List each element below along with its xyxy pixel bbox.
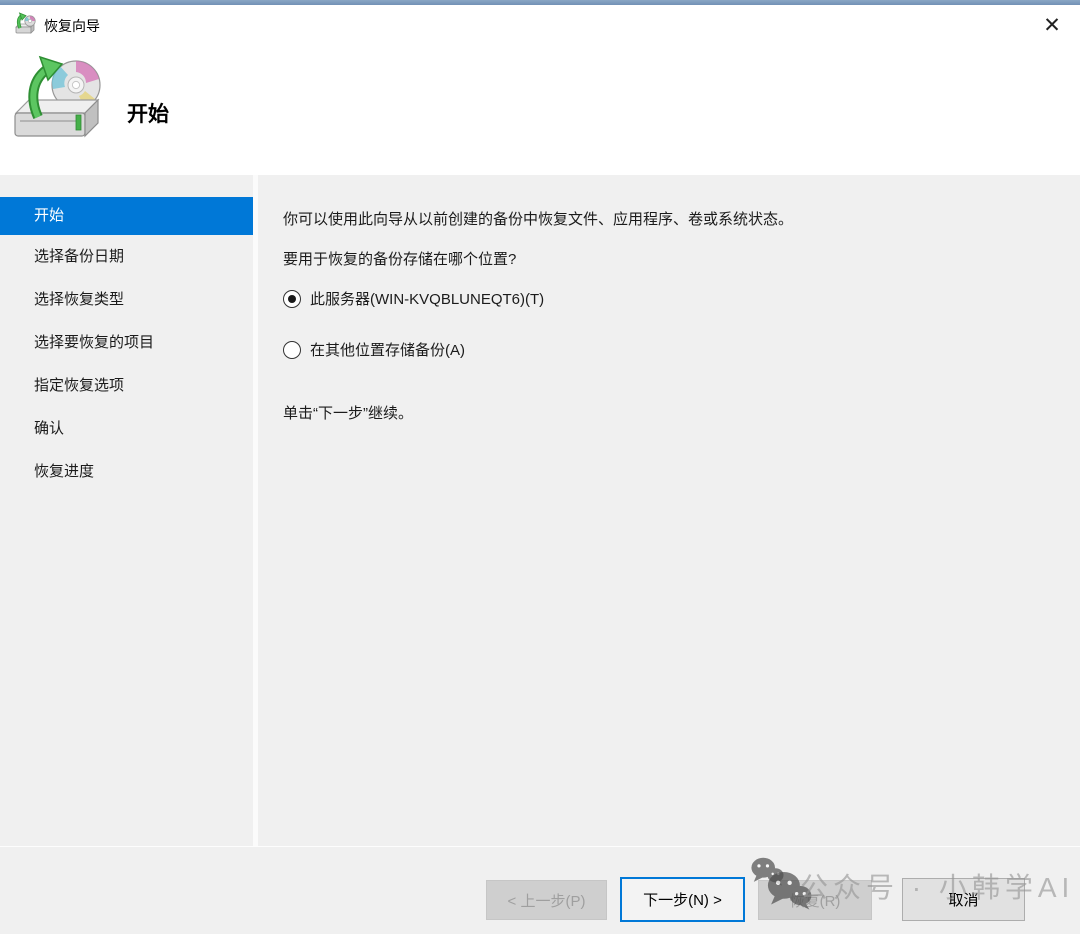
radio-other-location[interactable]: 在其他位置存储备份(A) xyxy=(283,339,465,360)
question-text: 要用于恢复的备份存储在哪个位置? xyxy=(283,248,516,269)
radio-this-server-label: 此服务器(WIN-KVQBLUNEQT6)(T) xyxy=(310,288,544,309)
recover-button[interactable]: 恢复(R) xyxy=(758,880,872,920)
previous-button[interactable]: < 上一步(P) xyxy=(486,880,607,920)
restore-drive-disc-icon xyxy=(10,55,110,155)
titlebar: 恢复向导 ✕ xyxy=(0,5,1080,48)
cancel-button[interactable]: 取消 xyxy=(902,878,1025,921)
wizard-steps-sidebar: 开始 选择备份日期 选择恢复类型 选择要恢复的项目 指定恢复选项 确认 恢复进度 xyxy=(0,175,253,846)
wizard-body: 开始 选择备份日期 选择恢复类型 选择要恢复的项目 指定恢复选项 确认 恢复进度… xyxy=(0,175,1080,846)
sidebar-item-specify-options: 指定恢复选项 xyxy=(0,367,253,405)
sidebar-item-getting-started: 开始 xyxy=(0,197,253,235)
close-button[interactable]: ✕ xyxy=(1026,5,1078,45)
restore-drive-icon xyxy=(14,12,38,36)
radio-other-location-label: 在其他位置存储备份(A) xyxy=(310,339,465,360)
sidebar-item-recovery-progress: 恢复进度 xyxy=(0,453,253,491)
sidebar-item-select-backup-date: 选择备份日期 xyxy=(0,238,253,276)
sidebar-item-select-items: 选择要恢复的项目 xyxy=(0,324,253,362)
wizard-header: 开始 xyxy=(0,48,1080,175)
intro-text: 你可以使用此向导从以前创建的备份中恢复文件、应用程序、卷或系统状态。 xyxy=(283,208,793,229)
radio-this-server[interactable]: 此服务器(WIN-KVQBLUNEQT6)(T) xyxy=(283,288,544,309)
window-title: 恢复向导 xyxy=(44,16,100,36)
radio-button-icon[interactable] xyxy=(283,290,301,308)
sidebar-item-confirmation: 确认 xyxy=(0,410,253,448)
wizard-content: 你可以使用此向导从以前创建的备份中恢复文件、应用程序、卷或系统状态。 要用于恢复… xyxy=(258,175,1080,846)
next-button[interactable]: 下一步(N) > xyxy=(620,877,745,922)
sidebar-item-select-recovery-type: 选择恢复类型 xyxy=(0,281,253,319)
recovery-wizard-window: 恢复向导 ✕ xyxy=(0,0,1080,934)
next-hint-text: 单击“下一步”继续。 xyxy=(283,402,413,423)
wizard-footer: < 上一步(P) 下一步(N) > 恢复(R) 取消 xyxy=(0,846,1080,934)
radio-button-icon[interactable] xyxy=(283,341,301,359)
page-title: 开始 xyxy=(127,98,169,128)
